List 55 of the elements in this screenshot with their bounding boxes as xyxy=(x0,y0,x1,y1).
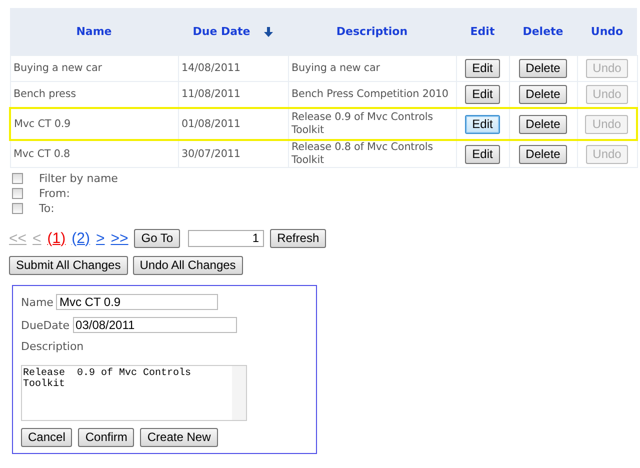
form-button[interactable]: Confirm xyxy=(78,428,134,447)
checkbox-label: From: xyxy=(39,187,70,200)
checkbox[interactable] xyxy=(12,173,23,184)
checkbox-label: To: xyxy=(39,202,54,215)
table-cell: Release 0.9 of Mvc Controls Toolkit xyxy=(292,111,433,136)
edit-button[interactable]: Edit xyxy=(465,144,500,164)
field-label: Description xyxy=(21,340,85,353)
field-label: Name xyxy=(21,296,54,308)
table-cell: Mvc CT 0.9 xyxy=(14,118,71,130)
column-header[interactable]: Description xyxy=(336,25,408,38)
due-date-field[interactable]: 03/08/2011 xyxy=(72,317,237,333)
page-number-field[interactable]: 1 xyxy=(188,230,264,246)
column-header[interactable]: Due Date xyxy=(192,25,250,38)
checkbox[interactable] xyxy=(12,188,23,199)
table-row[interactable]: Mvc CT 0.9 01/08/2011 Release 0.9 of Mvc Controls Toolkit Edit Delete Undo xyxy=(10,108,637,140)
page-link[interactable]: > xyxy=(96,230,105,246)
checkbox[interactable] xyxy=(12,203,23,214)
column-header[interactable]: Edit xyxy=(470,25,495,38)
table-cell: Release 0.8 of Mvc Controls Toolkit xyxy=(292,141,433,166)
table-row[interactable]: Buying a new car 14/08/2011 Buying a new car Edit Delete Undo xyxy=(10,56,637,82)
column-header[interactable]: Undo xyxy=(590,25,624,38)
name-field[interactable]: Mvc CT 0.9 xyxy=(56,294,218,310)
delete-button[interactable]: Delete xyxy=(518,59,568,78)
page-link[interactable]: >> xyxy=(110,230,128,246)
form-button[interactable]: Cancel xyxy=(21,428,72,447)
table-row[interactable]: Bench press 11/08/2011 Bench Press Competition 2010 Edit Delete Undo xyxy=(10,82,637,108)
table-cell: Bench press xyxy=(14,88,76,100)
go-to-button[interactable]: Go To xyxy=(134,228,180,248)
description-field[interactable]: Release 0.9 of Mvc Controls Toolkit xyxy=(21,365,247,421)
checkbox-label: Filter by name xyxy=(39,172,118,185)
page-link[interactable]: (1) xyxy=(47,230,66,246)
form-button[interactable]: Create New xyxy=(140,428,218,447)
table-cell: 30/07/2011 xyxy=(182,148,240,160)
table-cell: 11/08/2011 xyxy=(182,88,240,100)
table-cell: Bench Press Competition 2010 xyxy=(292,88,448,100)
page-link[interactable]: (2) xyxy=(72,230,90,246)
edit-button[interactable]: Edit xyxy=(465,85,500,104)
column-header[interactable]: Delete xyxy=(522,25,564,38)
action-button[interactable]: Submit All Changes xyxy=(9,256,128,275)
table-cell: Buying a new car xyxy=(14,62,102,74)
delete-button[interactable]: Delete xyxy=(518,114,568,134)
delete-button[interactable]: Delete xyxy=(518,144,568,164)
table-cell: Mvc CT 0.8 xyxy=(14,148,70,160)
field-label: DueDate xyxy=(21,318,70,332)
column-header[interactable]: Name xyxy=(76,25,112,38)
action-button[interactable]: Undo All Changes xyxy=(132,256,243,275)
delete-button[interactable]: Delete xyxy=(518,85,568,104)
table-cell: Buying a new car xyxy=(292,62,380,74)
refresh-button[interactable]: Refresh xyxy=(270,228,326,248)
edit-button[interactable]: Edit xyxy=(465,114,500,134)
table-cell: 01/08/2011 xyxy=(182,118,240,130)
table-cell: 14/08/2011 xyxy=(182,62,240,74)
table-row[interactable]: Mvc CT 0.8 30/07/2011 Release 0.8 of Mvc Controls Toolkit Edit Delete Undo xyxy=(10,140,637,168)
edit-button[interactable]: Edit xyxy=(465,59,500,78)
scrollbar[interactable] xyxy=(232,366,246,420)
